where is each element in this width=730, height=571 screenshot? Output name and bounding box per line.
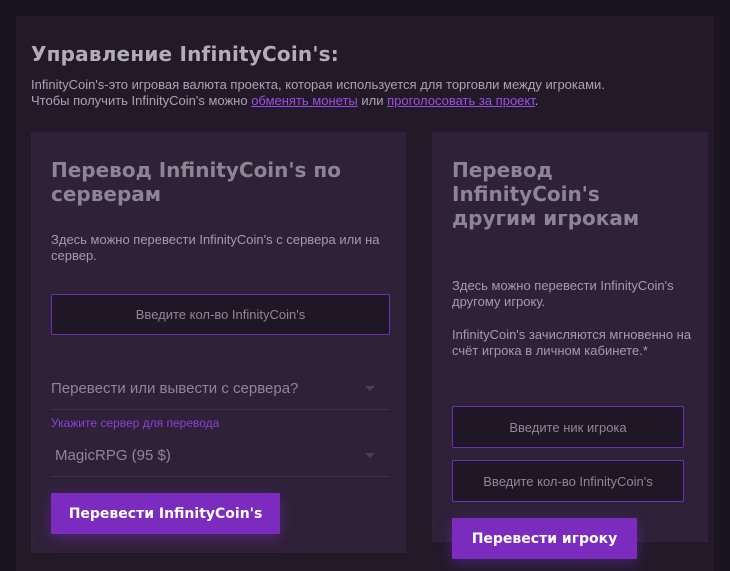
player-nick-input[interactable]: Введите ник игрока [452, 406, 684, 448]
direction-select-value: Перевести или вывести с сервера? [51, 380, 299, 397]
server-select[interactable]: MagicRPG (95 $) [51, 435, 389, 477]
intro-line-1: InfinityCoin's-это игровая валюта проект… [31, 77, 605, 92]
player-transfer-title: Перевод InfinityCoin's другим игрокам [452, 158, 640, 230]
exchange-coins-link[interactable]: обменять монеты [251, 93, 358, 108]
server-transfer-description: Здесь можно перевести InfinityCoin's с с… [51, 232, 380, 263]
server-amount-input[interactable]: Введите кол-во InfinityCoin's [51, 294, 390, 335]
vote-link[interactable]: проголосовать за проект [387, 93, 535, 108]
player-amount-input[interactable]: Введите кол-во InfinityCoin's [452, 460, 684, 502]
transfer-to-player-button[interactable]: Перевести игроку [452, 518, 637, 559]
intro-line-2: Чтобы получить InfinityCoin's можно обме… [31, 93, 701, 109]
server-select-label: Укажите сервер для перевода [51, 416, 220, 430]
chevron-down-icon [365, 386, 375, 391]
intro-or: или [357, 93, 388, 108]
player-transfer-note: InfinityCoin's зачисляются мгновенно на … [452, 327, 692, 358]
intro-prefix: Чтобы получить InfinityCoin's можно [31, 93, 252, 108]
chevron-down-icon [365, 453, 375, 458]
player-transfer-card: Перевод InfinityCoin's другим игрокам Зд… [432, 132, 708, 542]
intro-text: InfinityCoin's-это игровая валюта проект… [31, 77, 701, 109]
server-select-value: MagicRPG (95 $) [55, 447, 171, 464]
transfer-coins-button[interactable]: Перевести InfinityCoin's [51, 493, 280, 534]
direction-select[interactable]: Перевести или вывести с сервера? [51, 368, 389, 410]
server-transfer-card: Перевод InfinityCoin's по серверам Здесь… [31, 132, 406, 553]
server-transfer-title: Перевод InfinityCoin's по серверам [51, 158, 341, 206]
intro-end: . [534, 93, 539, 108]
player-transfer-description: Здесь можно перевести InfinityCoin's дру… [452, 278, 674, 309]
page-title: Управление InfinityCoin's: [31, 42, 339, 66]
